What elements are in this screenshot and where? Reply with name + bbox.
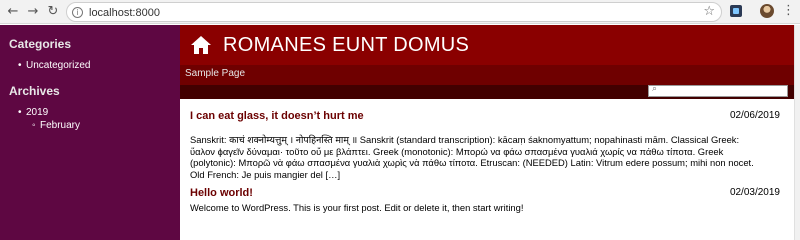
archive-year-item: 2019 February: [18, 106, 171, 132]
extension-icon[interactable]: [730, 5, 742, 17]
site-title[interactable]: ROMANES EUNT DOMUS: [223, 34, 469, 57]
browser-toolbar: ← → ↻ i localhost:8000 ☆ ⋮: [0, 0, 800, 24]
archive-month-link[interactable]: February: [40, 120, 80, 131]
info-icon[interactable]: i: [72, 7, 83, 18]
star-icon[interactable]: ☆: [703, 4, 715, 19]
search-bar: ⌕: [180, 84, 794, 99]
forward-arrow-icon[interactable]: →: [24, 3, 42, 21]
archives-heading: Archives: [9, 84, 60, 98]
archive-year[interactable]: 2019: [26, 107, 48, 118]
post-date: 02/06/2019: [729, 110, 780, 121]
category-link-uncategorized[interactable]: Uncategorized: [26, 60, 90, 71]
categories-heading: Categories: [9, 37, 72, 51]
reload-icon[interactable]: ↻: [44, 3, 62, 21]
categories-list: Uncategorized: [18, 59, 171, 72]
post-excerpt: Welcome to WordPress. This is your first…: [190, 202, 524, 213]
post-title[interactable]: I can eat glass, it doesn’t hurt me: [190, 110, 786, 122]
search-input[interactable]: [648, 85, 788, 97]
site-header: ROMANES EUNT DOMUS: [180, 25, 794, 65]
archive-month-item: February: [32, 119, 171, 132]
page-scrollbar[interactable]: [794, 25, 800, 240]
more-menu-icon[interactable]: ⋮: [782, 3, 795, 18]
menu-item-sample-page[interactable]: Sample Page: [185, 68, 245, 79]
archive-months-list: February: [32, 119, 171, 132]
archives-list: 2019 February: [18, 106, 171, 132]
sidebar: Categories Uncategorized Archives 2019 F…: [0, 25, 180, 240]
post-excerpt: Sanskrit: काचं शक्नोम्यत्तुम् । नोपहिनस्…: [190, 134, 754, 180]
url-text[interactable]: localhost:8000: [89, 7, 160, 19]
back-arrow-icon[interactable]: ←: [4, 3, 22, 21]
home-icon[interactable]: [190, 35, 212, 55]
primary-menu: Sample Page: [180, 65, 794, 85]
search-icon: ⌕: [652, 84, 658, 94]
category-item: Uncategorized: [18, 59, 171, 72]
post-date: 02/03/2019: [729, 187, 780, 198]
post-title[interactable]: Hello world!: [190, 187, 786, 199]
post: Hello world! 02/03/2019 Welcome to WordP…: [190, 187, 786, 214]
address-bar[interactable]: i localhost:8000 ☆: [66, 2, 722, 22]
profile-avatar-icon[interactable]: [760, 4, 774, 18]
post: I can eat glass, it doesn’t hurt me 02/0…: [190, 110, 786, 180]
